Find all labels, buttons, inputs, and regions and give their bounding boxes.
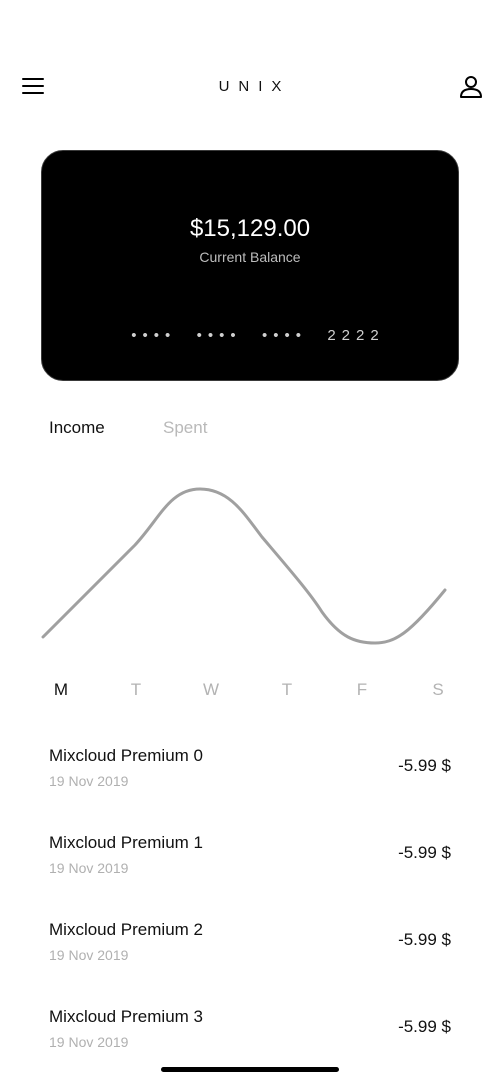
transaction-date: 19 Nov 2019	[49, 860, 129, 876]
home-indicator[interactable]	[161, 1067, 339, 1072]
transaction-date: 19 Nov 2019	[49, 773, 129, 789]
tab-spent[interactable]: Spent	[163, 418, 207, 438]
tab-income[interactable]: Income	[49, 418, 105, 438]
transaction-title: Mixcloud Premium 1	[49, 833, 203, 852]
masked-card-number: •••• •••• •••• 2222	[131, 327, 385, 344]
day-friday[interactable]: F	[347, 680, 377, 700]
transaction-item[interactable]: Mixcloud Premium 1 19 Nov 2019 -5.99 $	[49, 833, 451, 883]
income-trend-line	[41, 487, 447, 645]
transaction-title: Mixcloud Premium 0	[49, 746, 203, 765]
current-balance-label: Current Balance	[199, 249, 301, 265]
weekly-income-chart	[41, 487, 447, 645]
day-monday[interactable]: M	[46, 680, 76, 700]
transaction-title: Mixcloud Premium 3	[49, 1007, 203, 1026]
weekday-selector: M T W T F S	[0, 680, 500, 704]
day-thursday[interactable]: T	[272, 680, 302, 700]
transaction-item[interactable]: Mixcloud Premium 2 19 Nov 2019 -5.99 $	[49, 920, 451, 970]
transaction-title: Mixcloud Premium 2	[49, 920, 203, 939]
transaction-item[interactable]: Mixcloud Premium 3 19 Nov 2019 -5.99 $	[49, 1007, 451, 1057]
balance-card[interactable]: $15,129.00 Current Balance •••• •••• •••…	[41, 150, 459, 381]
user-icon-graphic	[460, 76, 482, 98]
user-profile-icon[interactable]	[458, 74, 484, 100]
transaction-amount: -5.99 $	[398, 1017, 451, 1036]
day-tuesday[interactable]: T	[121, 680, 151, 700]
transaction-amount: -5.99 $	[398, 843, 451, 862]
day-wednesday[interactable]: W	[196, 680, 226, 700]
transaction-date: 19 Nov 2019	[49, 1034, 129, 1050]
transaction-date: 19 Nov 2019	[49, 947, 129, 963]
current-balance-value: $15,129.00	[189, 215, 311, 242]
app-title: UNIX	[218, 78, 291, 95]
transaction-item[interactable]: Mixcloud Premium 0 19 Nov 2019 -5.99 $	[49, 746, 451, 796]
top-bar: UNIX	[0, 62, 500, 112]
day-saturday[interactable]: S	[423, 680, 453, 700]
transaction-amount: -5.99 $	[398, 756, 451, 775]
transaction-amount: -5.99 $	[398, 930, 451, 949]
